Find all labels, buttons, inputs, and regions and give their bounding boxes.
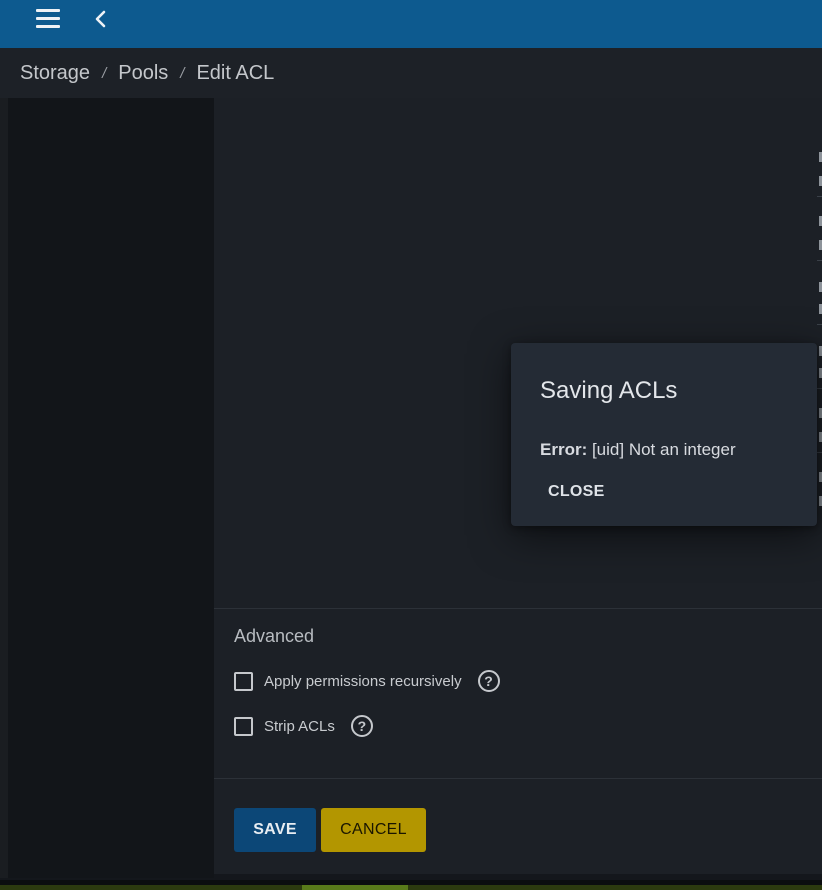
- actions-divider: [214, 778, 822, 779]
- chevron-left-icon[interactable]: [88, 4, 114, 34]
- save-button[interactable]: SAVE: [234, 808, 316, 852]
- strip-acls-checkbox[interactable]: [234, 716, 253, 736]
- close-button[interactable]: CLOSE: [548, 483, 605, 505]
- breadcrumb-item-pools[interactable]: Pools: [118, 62, 168, 85]
- bottom-bar: [0, 880, 822, 890]
- help-icon[interactable]: ?: [477, 670, 500, 692]
- error-text: [uid] Not an integer: [587, 440, 736, 459]
- acl-entries-strip: [817, 140, 822, 520]
- section-divider: [214, 608, 822, 609]
- dialog-error-message: Error: [uid] Not an integer: [540, 440, 736, 460]
- apply-recursively-checkbox[interactable]: [234, 671, 253, 691]
- breadcrumb: Storage / Pools / Edit ACL: [0, 48, 822, 98]
- dialog-title: Saving ACLs: [540, 377, 678, 404]
- breadcrumb-item-edit-acl: Edit ACL: [196, 61, 275, 84]
- apply-recursively-option[interactable]: Apply permissions recursively ?: [234, 670, 500, 692]
- error-prefix: Error:: [540, 440, 588, 459]
- cancel-button[interactable]: CANCEL: [321, 808, 426, 852]
- help-icon[interactable]: ?: [350, 715, 373, 737]
- breadcrumb-separator: /: [102, 64, 107, 82]
- strip-acls-option[interactable]: Strip ACLs ?: [234, 715, 373, 737]
- saving-acls-dialog: Saving ACLs Error: [uid] Not an integer …: [511, 343, 817, 526]
- hamburger-menu-icon[interactable]: [36, 6, 66, 30]
- breadcrumb-item-storage[interactable]: Storage: [20, 62, 90, 85]
- strip-acls-label: Strip ACLs: [264, 717, 335, 735]
- apply-recursively-label: Apply permissions recursively: [264, 672, 462, 690]
- sidebar: [0, 98, 214, 878]
- top-toolbar: [0, 0, 822, 48]
- advanced-section-title: Advanced: [234, 626, 315, 646]
- sidebar-edge: [0, 98, 8, 878]
- breadcrumb-separator: /: [180, 64, 185, 82]
